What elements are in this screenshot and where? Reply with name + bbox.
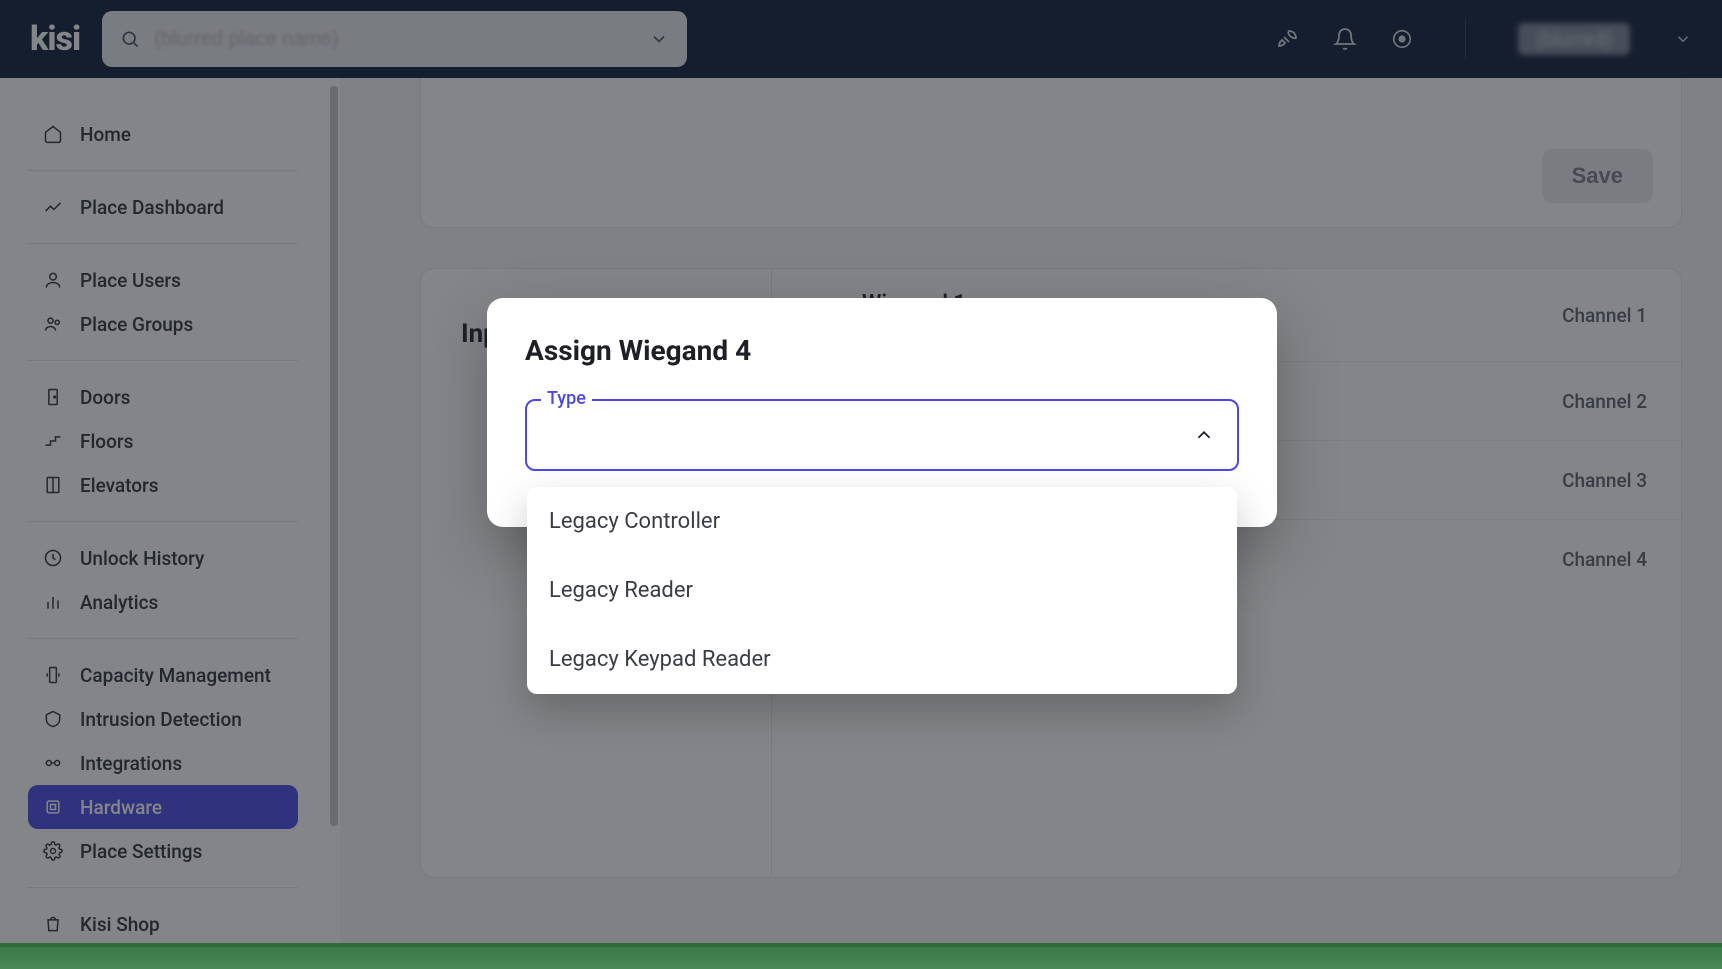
type-field: Type — [525, 399, 1239, 471]
bottom-bar — [0, 943, 1722, 969]
modal-title: Assign Wiegand 4 — [525, 334, 1239, 367]
chevron-up-icon — [1193, 424, 1215, 446]
type-select[interactable] — [525, 399, 1239, 471]
type-option-legacy-keypad-reader[interactable]: Legacy Keypad Reader — [527, 625, 1237, 694]
app-root: kisi (blurred) — [0, 0, 1722, 969]
type-option-legacy-controller[interactable]: Legacy Controller — [527, 487, 1237, 556]
type-field-label: Type — [541, 388, 592, 409]
type-dropdown: Legacy Controller Legacy Reader Legacy K… — [527, 487, 1237, 694]
type-option-legacy-reader[interactable]: Legacy Reader — [527, 556, 1237, 625]
